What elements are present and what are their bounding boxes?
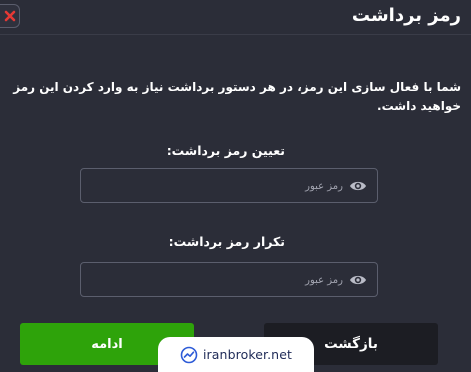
watermark-text: iranbroker.net bbox=[202, 347, 292, 362]
eye-icon[interactable] bbox=[349, 273, 367, 287]
modal-description: شما با فعال سازی این رمز، در هر دستور بر… bbox=[13, 80, 461, 113]
modal-header: رمز برداشت bbox=[0, 0, 471, 35]
set-password-input[interactable] bbox=[193, 177, 343, 195]
repeat-password-input[interactable] bbox=[193, 271, 343, 289]
repeat-password-field[interactable] bbox=[80, 262, 378, 297]
close-button[interactable] bbox=[0, 4, 20, 28]
watermark-badge: iranbroker.net bbox=[158, 337, 314, 372]
set-password-label: تعیین رمز برداشت: bbox=[166, 143, 285, 158]
eye-icon[interactable] bbox=[349, 179, 367, 193]
modal-title: رمز برداشت bbox=[351, 5, 461, 26]
repeat-password-label: تکرار رمز برداشت: bbox=[168, 234, 285, 249]
set-password-field[interactable] bbox=[80, 168, 378, 203]
iranbroker-logo-icon bbox=[180, 346, 198, 364]
withdrawal-password-modal: رمز برداشت شما با فعال سازی این رمز، در … bbox=[0, 0, 471, 372]
close-x-icon bbox=[4, 10, 16, 22]
